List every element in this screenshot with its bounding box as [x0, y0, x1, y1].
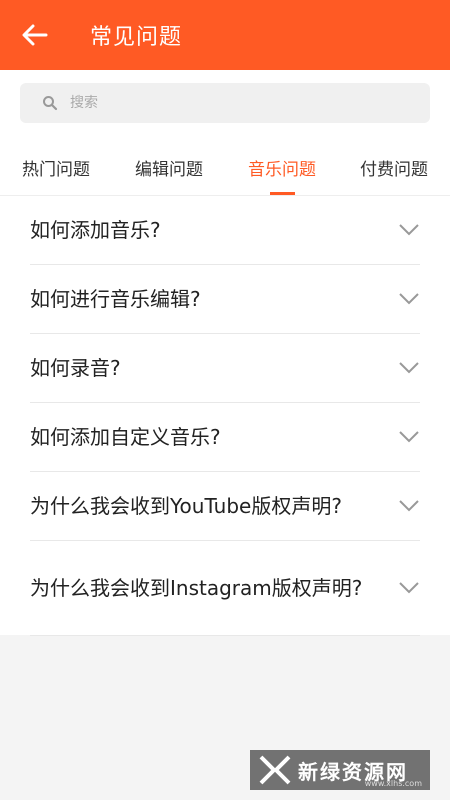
page-title: 常见问题 [90, 25, 183, 50]
faq-question: 如何添加自定义音乐? [30, 425, 221, 449]
chevron-down-icon [398, 430, 420, 444]
faq-question: 如何录音? [30, 356, 121, 380]
back-button[interactable] [0, 0, 70, 70]
faq-item[interactable]: 为什么我会收到YouTube版权声明? [30, 472, 420, 541]
watermark-url: www.xlhs.com [364, 779, 422, 788]
tab-editing-questions[interactable]: 编辑问题 [112, 140, 226, 195]
search-input[interactable] [68, 94, 402, 112]
watermark: 新绿资源网 www.xlhs.com [250, 750, 430, 790]
tab-label: 音乐问题 [248, 160, 316, 180]
faq-question: 如何进行音乐编辑? [30, 287, 201, 311]
faq-item[interactable]: 如何进行音乐编辑? [30, 265, 420, 334]
tab-label: 编辑问题 [135, 160, 203, 180]
tab-music-questions[interactable]: 音乐问题 [226, 140, 338, 195]
active-tab-indicator [269, 192, 295, 195]
chevron-down-icon [398, 292, 420, 306]
chevron-down-icon [398, 223, 420, 237]
watermark-logo-icon [259, 755, 291, 785]
app-header: 常见问题 [0, 0, 450, 70]
faq-item[interactable]: 为什么我会收到Instagram版权声明? [30, 541, 420, 636]
faq-item[interactable]: 如何录音? [30, 334, 420, 403]
tab-label: 热门问题 [22, 160, 90, 180]
faq-question: 为什么我会收到Instagram版权声明? [30, 576, 363, 600]
faq-item[interactable]: 如何添加自定义音乐? [30, 403, 420, 472]
faq-list: 如何添加音乐? 如何进行音乐编辑? 如何录音? 如何添加自定义音乐? 为什么我会… [30, 196, 420, 636]
chevron-down-icon [398, 499, 420, 513]
arrow-left-icon [22, 24, 48, 46]
faq-item[interactable]: 如何添加音乐? [30, 196, 420, 265]
search-icon [42, 95, 58, 111]
tab-label: 付费问题 [360, 160, 428, 180]
faq-question: 如何添加音乐? [30, 218, 161, 242]
tab-bar: 热门问题 编辑问题 音乐问题 付费问题 [0, 140, 450, 196]
chevron-down-icon [398, 581, 420, 595]
tab-payment-questions[interactable]: 付费问题 [338, 140, 450, 195]
faq-question: 为什么我会收到YouTube版权声明? [30, 494, 342, 518]
content-area: 热门问题 编辑问题 音乐问题 付费问题 如何添加音乐? 如何进行音乐编辑? 如何… [0, 70, 450, 636]
tab-hot-questions[interactable]: 热门问题 [0, 140, 112, 195]
search-bar[interactable] [20, 83, 430, 123]
chevron-down-icon [398, 361, 420, 375]
